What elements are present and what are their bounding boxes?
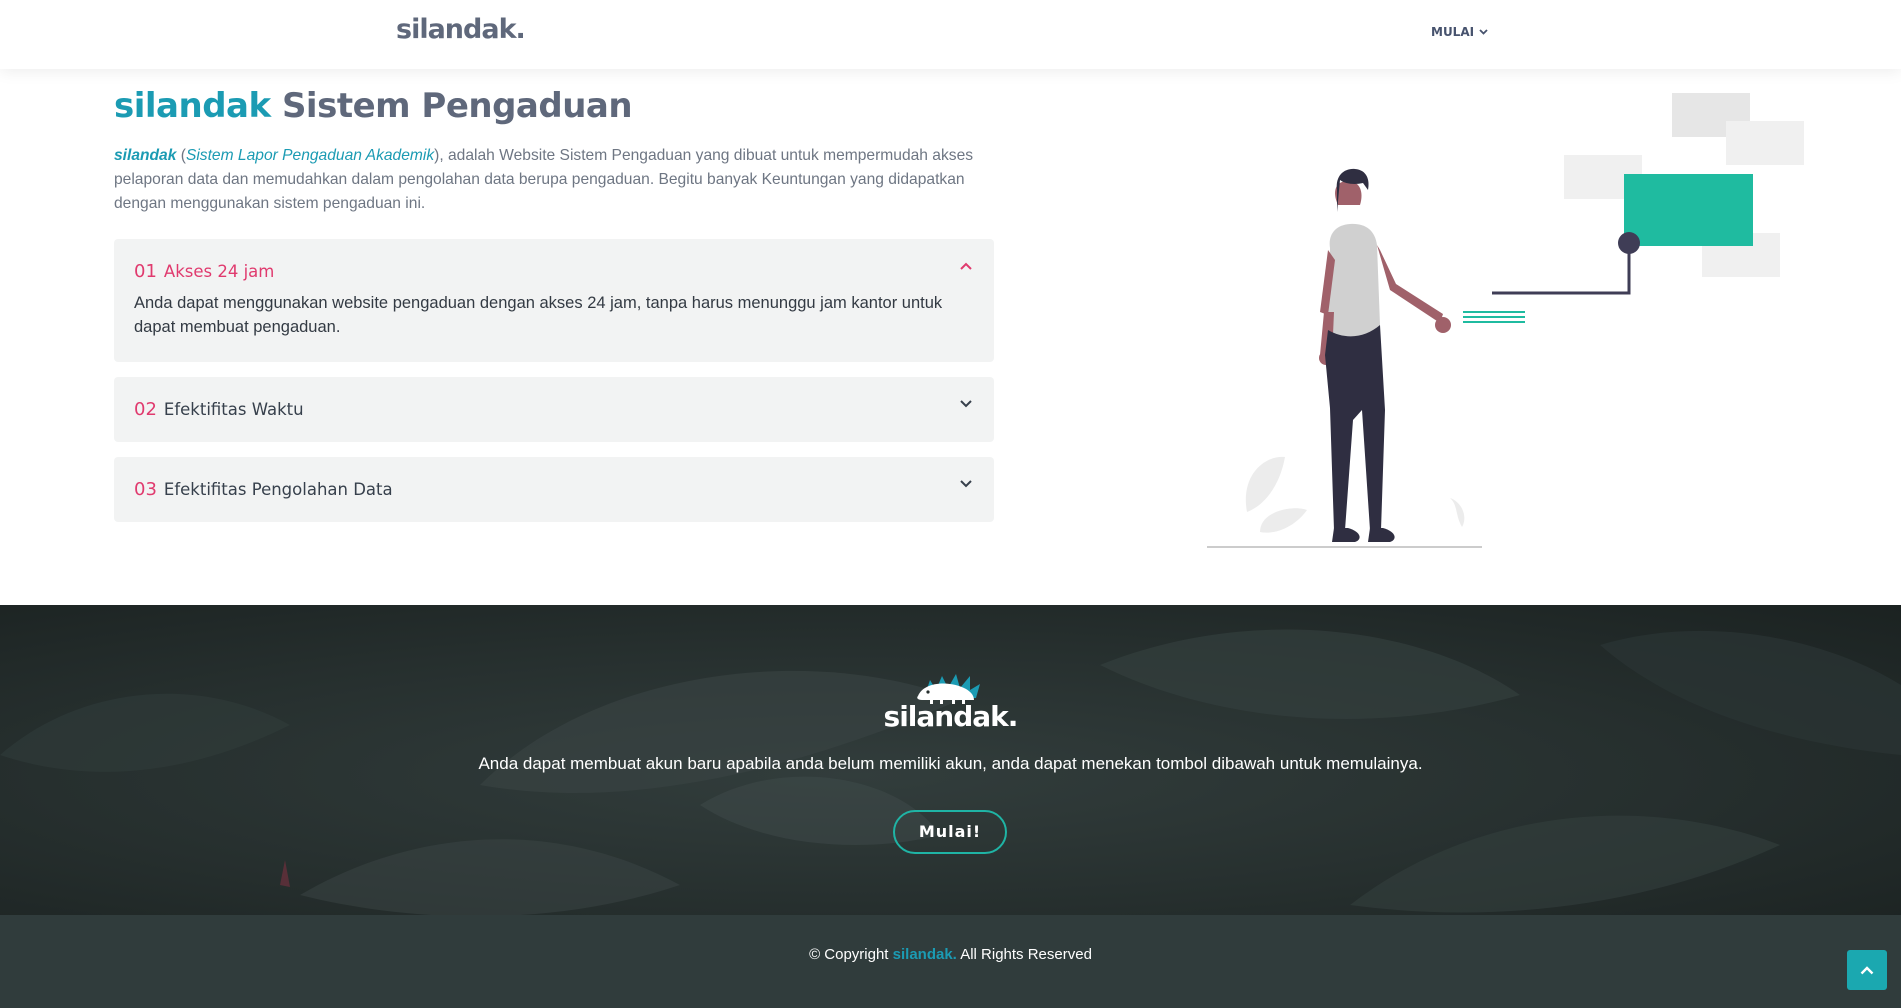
faq-item-1-number: 01 [134,261,157,282]
presentation-illustration [1207,93,1804,548]
faq-item-2-header[interactable]: 02 Efektifitas Waktu [134,399,304,420]
faq-item-2[interactable]: 02 Efektifitas Waktu [114,377,994,442]
copyright-text: © Copyright silandak. All Rights Reserve… [0,946,1901,963]
site-logo[interactable]: silandak. [396,14,526,45]
faq-item-2-number: 02 [134,399,157,420]
chevron-down-icon [1479,29,1488,35]
nav-mulai-label: MULAI [1431,25,1475,39]
footer: © Copyright silandak. All Rights Reserve… [0,915,1901,1008]
faq-item-3[interactable]: 03 Efektifitas Pengolahan Data [114,457,994,522]
faq-item-2-label: Efektifitas Waktu [163,400,304,419]
copyright-brand-link[interactable]: silandak. [893,946,957,963]
intro-full-name: Sistem Lapor Pengaduan Akademik [185,147,435,164]
chevron-down-icon[interactable] [960,400,972,408]
faq-item-3-label: Efektifitas Pengolahan Data [163,480,393,499]
faq-item-1-body: Anda dapat menggunakan website pengaduan… [134,294,943,336]
screen-rect [1624,174,1753,246]
intro-paragraph: silandak (Sistem Lapor Pengaduan Akademi… [114,144,994,216]
title-brand: silandak [114,86,271,126]
nav-mulai-dropdown[interactable]: MULAI [1431,25,1488,39]
bg-rect [1726,121,1804,165]
chevron-up-icon[interactable] [960,262,972,270]
mulai-button[interactable]: Mulai! [893,810,1007,854]
intro-open: ( [176,147,186,164]
cta-logo-text: silandak. [883,700,1019,733]
cta-section: silandak. Anda dapat membuat akun baru a… [0,605,1901,915]
copyright-prefix: © Copyright [809,946,893,963]
back-to-top-button[interactable] [1847,950,1887,990]
page-title: silandak Sistem Pengaduan [114,86,633,126]
faq-item-3-header[interactable]: 03 Efektifitas Pengolahan Data [134,479,393,500]
faq-item-1[interactable]: 01 Akses 24 jam Anda dapat menggunakan w… [114,239,994,362]
chevron-down-icon[interactable] [960,480,972,488]
faq-item-1-header[interactable]: 01 Akses 24 jam [134,261,274,282]
header: silandak. MULAI [0,0,1901,69]
title-rest: Sistem Pengaduan [281,86,633,126]
copyright-suffix: All Rights Reserved [956,946,1092,963]
faq-item-1-label: Akses 24 jam [163,262,275,281]
faq-item-3-number: 03 [134,479,157,500]
cta-description: Anda dapat membuat akun baru apabila and… [478,754,1423,773]
arrow-up-icon [1860,966,1874,975]
intro-brand: silandak [114,147,177,164]
